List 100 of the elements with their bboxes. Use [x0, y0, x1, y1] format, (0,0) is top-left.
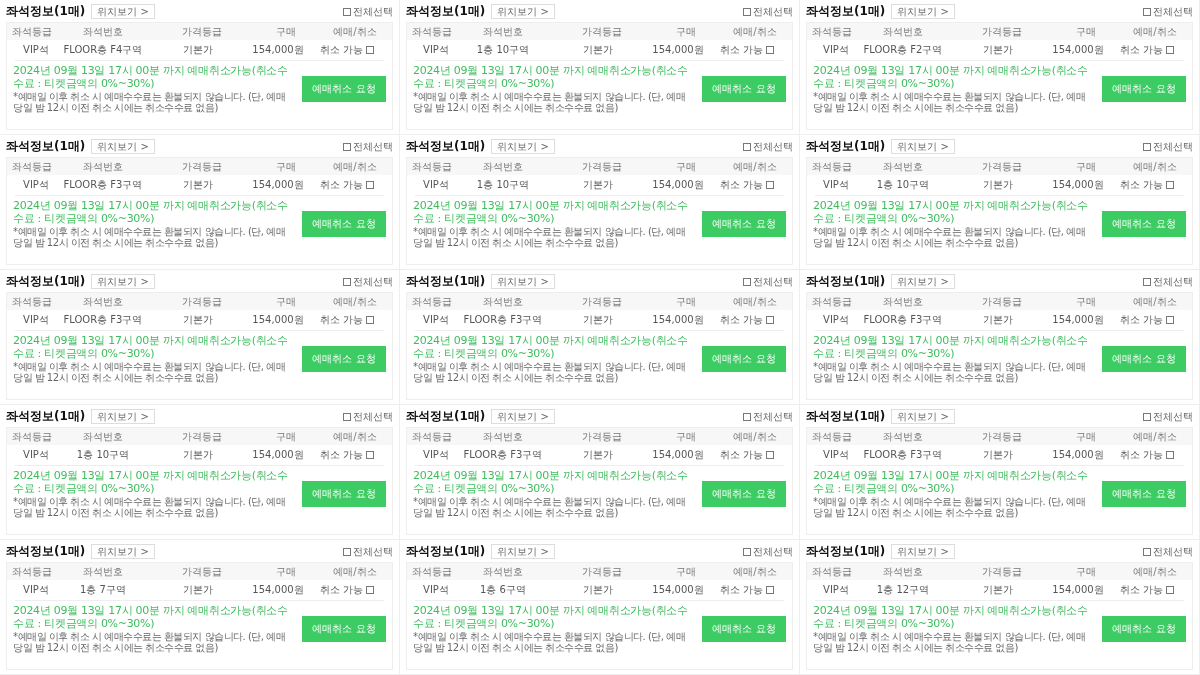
row-checkbox[interactable] [766, 316, 775, 324]
location-button[interactable]: 위치보기 > [491, 274, 555, 289]
select-all-checkbox[interactable] [343, 547, 351, 556]
column-header: 예매/취소 [732, 24, 778, 39]
select-all-checkbox[interactable] [743, 7, 751, 16]
column-header: 예매/취소 [1132, 159, 1178, 174]
table-cell-text: 기본가 [981, 448, 1014, 462]
table-cell-text: VIP석 [22, 178, 50, 192]
select-all-checkbox[interactable] [343, 412, 351, 421]
cancel-deadline: 2024년 09월 13일 17시 00분 까지 예매취소가능(취소수수료 : 티켓금액의 0%~30%) [813, 334, 1089, 360]
fee-note: *예매일 이후 취소 시 예매수수료는 환불되지 않습니다. (단, 예매 당일 밤 12시 이전 취소 시에는 취소수수료 없음) [13, 226, 287, 248]
table-cell-text: 기본가 [981, 313, 1014, 327]
column-header: 좌석등급 [11, 564, 53, 579]
row-checkbox[interactable] [1166, 451, 1175, 459]
select-all-checkbox[interactable] [1143, 277, 1151, 286]
column-header: 좌석등급 [811, 429, 853, 444]
select-all-checkbox[interactable] [1143, 142, 1151, 151]
column-header: 좌석번호 [482, 429, 524, 444]
table-cell-text: 기본가 [581, 448, 614, 462]
cancel-status: 취소 가능 [319, 43, 364, 57]
row-checkbox[interactable] [366, 316, 375, 324]
select-all-label: 전체선택 [1153, 544, 1193, 559]
fee-note: *예매일 이후 취소 시 예매수수료는 환불되지 않습니다. (단, 예매 당일 밤 12시 이전 취소 시에는 취소수수료 없음) [813, 496, 1087, 518]
table-cell-text: 기본가 [181, 178, 214, 192]
location-button[interactable]: 위치보기 > [491, 4, 555, 19]
column-header: 구매 [675, 159, 697, 174]
column-header: 좌석등급 [411, 564, 453, 579]
row-checkbox[interactable] [766, 46, 775, 54]
column-header: 좌석등급 [811, 24, 853, 39]
table-cell-text: FLOOR층 F4구역 [62, 43, 144, 57]
fee-note: *예매일 이후 취소 시 예매수수료는 환불되지 않습니다. (단, 예매 당일 밤 12시 이전 취소 시에는 취소수수료 없음) [413, 226, 687, 248]
column-header: 좌석등급 [411, 24, 453, 39]
select-all-label: 전체선택 [353, 409, 393, 424]
location-button[interactable]: 위치보기 > [91, 4, 155, 19]
row-checkbox[interactable] [1166, 586, 1175, 594]
column-header: 좌석등급 [411, 159, 453, 174]
column-header: 좌석번호 [882, 24, 924, 39]
location-button[interactable]: 위치보기 > [91, 139, 155, 154]
fee-note: *예매일 이후 취소 시 예매수수료는 환불되지 않습니다. (단, 예매 당일 밤 12시 이전 취소 시에는 취소수수료 없음) [813, 226, 1087, 248]
table-cell-text: 154,000원 [651, 448, 705, 462]
row-checkbox[interactable] [1166, 181, 1175, 189]
column-header: 구매 [675, 429, 697, 444]
select-all-checkbox[interactable] [743, 547, 751, 556]
row-checkbox[interactable] [766, 586, 775, 594]
column-header: 좌석번호 [82, 24, 124, 39]
location-button[interactable]: 위치보기 > [491, 139, 555, 154]
select-all-checkbox[interactable] [1143, 412, 1151, 421]
location-button[interactable]: 위치보기 > [491, 409, 555, 424]
row-checkbox[interactable] [766, 451, 775, 459]
column-header: 좌석번호 [82, 159, 124, 174]
panel-title: 좌석정보(1매) [806, 138, 886, 155]
row-checkbox[interactable] [366, 46, 375, 54]
column-header: 좌석등급 [411, 294, 453, 309]
fee-note: *예매일 이후 취소 시 예매수수료는 환불되지 않습니다. (단, 예매 당일 밤 12시 이전 취소 시에는 취소수수료 없음) [13, 496, 287, 518]
select-all-label: 전체선택 [753, 274, 793, 289]
location-button[interactable]: 위치보기 > [91, 274, 155, 289]
column-header: 예매/취소 [332, 564, 378, 579]
select-all-checkbox[interactable] [343, 142, 351, 151]
column-header: 예매/취소 [732, 429, 778, 444]
table-cell-text: 기본가 [181, 43, 214, 57]
row-checkbox[interactable] [766, 181, 775, 189]
table-cell-text: 154,000원 [1051, 583, 1105, 597]
column-header: 구매 [1075, 294, 1097, 309]
table-cell-text: 기본가 [581, 583, 614, 597]
table-cell-text: VIP석 [822, 178, 850, 192]
row-checkbox[interactable] [366, 181, 375, 189]
cancel-status: 취소 가능 [719, 448, 764, 462]
location-button[interactable]: 위치보기 > [491, 544, 555, 559]
fee-note: *예매일 이후 취소 시 예매수수료는 환불되지 않습니다. (단, 예매 당일 밤 12시 이전 취소 시에는 취소수수료 없음) [413, 361, 687, 383]
select-all-checkbox[interactable] [743, 277, 751, 286]
column-header: 가격등급 [980, 429, 1023, 444]
row-checkbox[interactable] [1166, 316, 1175, 324]
location-button[interactable]: 위치보기 > [891, 139, 955, 154]
location-button[interactable]: 위치보기 > [891, 544, 955, 559]
row-checkbox[interactable] [1166, 46, 1175, 54]
location-button[interactable]: 위치보기 > [891, 4, 955, 19]
panel-title: 좌석정보(1매) [6, 273, 86, 290]
panel-title: 좌석정보(1매) [806, 543, 886, 560]
row-checkbox[interactable] [366, 586, 375, 594]
location-button[interactable]: 위치보기 > [891, 409, 955, 424]
panel-title: 좌석정보(1매) [6, 138, 86, 155]
table-cell-text: 154,000원 [1051, 178, 1105, 192]
location-button[interactable]: 위치보기 > [891, 274, 955, 289]
column-header: 예매/취소 [1132, 429, 1178, 444]
row-checkbox[interactable] [366, 451, 375, 459]
select-all-checkbox[interactable] [343, 7, 351, 16]
fee-note: *예매일 이후 취소 시 예매수수료는 환불되지 않습니다. (단, 예매 당일 밤 12시 이전 취소 시에는 취소수수료 없음) [413, 91, 687, 113]
select-all-label: 전체선택 [753, 139, 793, 154]
select-all-checkbox[interactable] [1143, 7, 1151, 16]
select-all-checkbox[interactable] [1143, 547, 1151, 556]
select-all-label: 전체선택 [353, 274, 393, 289]
select-all-checkbox[interactable] [343, 277, 351, 286]
fee-note: *예매일 이후 취소 시 예매수수료는 환불되지 않습니다. (단, 예매 당일 밤 12시 이전 취소 시에는 취소수수료 없음) [13, 361, 287, 383]
location-button[interactable]: 위치보기 > [91, 544, 155, 559]
select-all-checkbox[interactable] [743, 412, 751, 421]
select-all-checkbox[interactable] [743, 142, 751, 151]
location-button[interactable]: 위치보기 > [91, 409, 155, 424]
select-all-label: 전체선택 [753, 544, 793, 559]
cancel-deadline: 2024년 09월 13일 17시 00분 까지 예매취소가능(취소수수료 : 티켓금액의 0%~30%) [13, 334, 289, 360]
column-header: 가격등급 [980, 24, 1023, 39]
